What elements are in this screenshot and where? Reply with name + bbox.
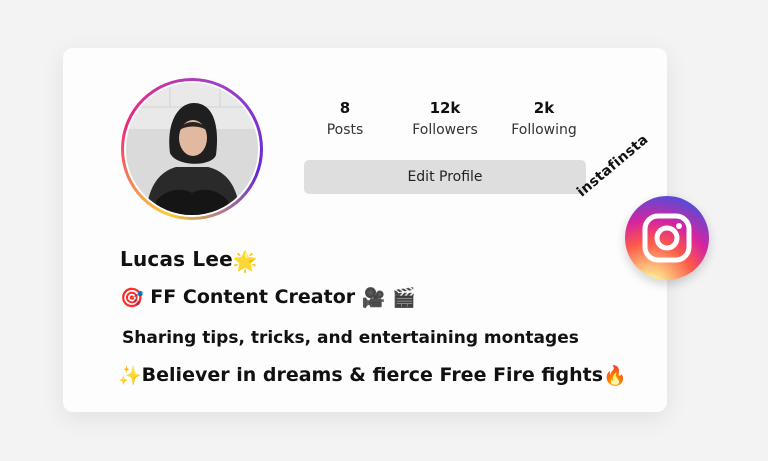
bio-tagline: Believer in dreams & fierce Free Fire fi…: [141, 364, 604, 386]
avatar-ring-gap: [124, 81, 260, 217]
followers-label: Followers: [412, 122, 478, 138]
instagram-icon[interactable]: [625, 196, 709, 280]
posts-count: 8: [339, 99, 351, 117]
sparkles-icon: ✨: [118, 365, 142, 387]
bio-line-2: Sharing tips, tricks, and entertaining m…: [122, 328, 579, 348]
posts-label: Posts: [326, 122, 364, 138]
bio-line-1: 🎯 FF Content Creator 🎥 🎬: [120, 286, 416, 309]
glowing-star-icon: 🌟: [232, 248, 258, 273]
avatar-story-ring[interactable]: [121, 78, 263, 220]
bio-line-3: ✨Believer in dreams & fierce Free Fire f…: [118, 364, 627, 387]
target-icon: 🎯: [120, 287, 144, 309]
edit-profile-button[interactable]: Edit Profile: [304, 160, 586, 194]
bio-title: FF Content Creator: [150, 286, 356, 308]
avatar-person-illustration: [126, 83, 258, 215]
instagram-glyph: [642, 213, 692, 263]
profile-name-row: Lucas Lee🌟: [120, 247, 258, 273]
following-count: 2k: [533, 99, 555, 117]
stat-following[interactable]: 2k Following: [494, 99, 594, 139]
stat-followers[interactable]: 12k Followers: [395, 99, 495, 139]
profile-name: Lucas Lee: [120, 247, 233, 271]
camera-clapper-icons: 🎥 🎬: [361, 287, 416, 309]
avatar[interactable]: [126, 83, 258, 215]
fire-icon: 🔥: [603, 365, 627, 387]
stat-posts[interactable]: 8 Posts: [295, 99, 395, 139]
followers-count: 12k: [429, 99, 461, 117]
following-label: Following: [511, 122, 577, 138]
